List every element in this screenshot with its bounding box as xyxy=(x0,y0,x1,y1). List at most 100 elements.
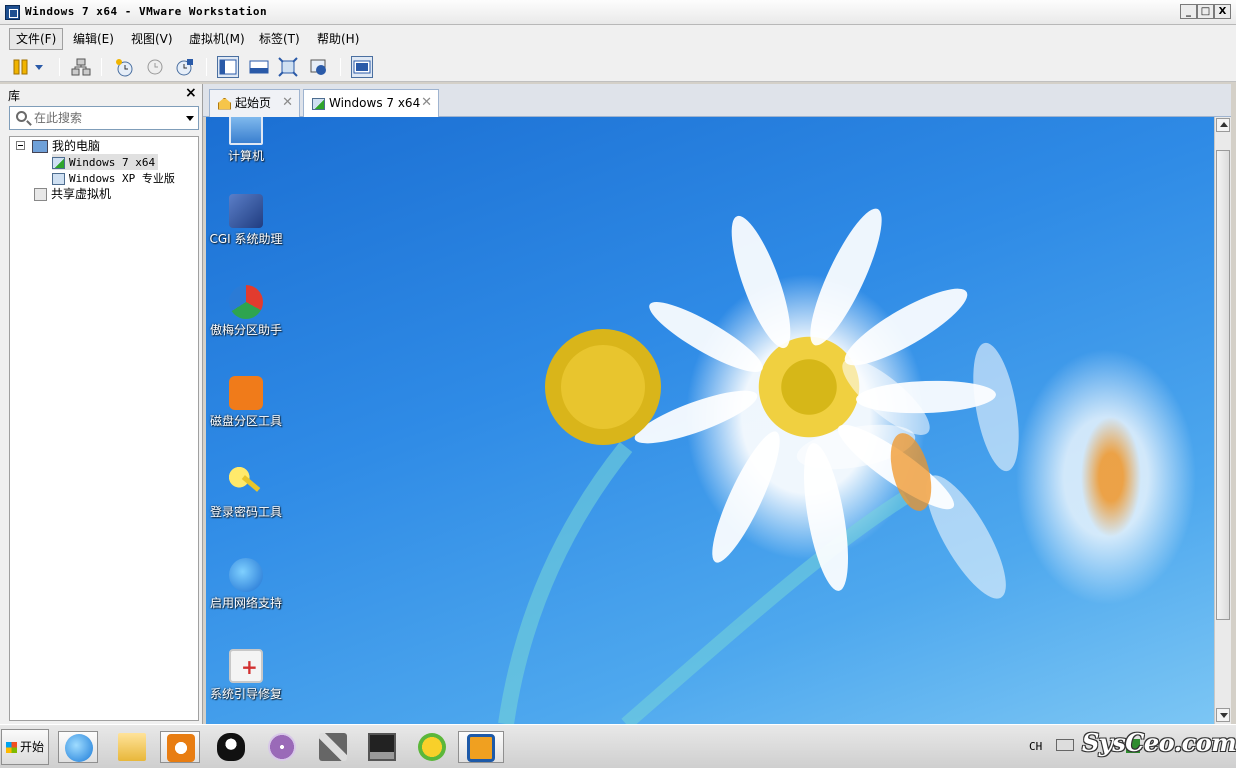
tree-expander[interactable] xyxy=(16,141,25,150)
disc-icon xyxy=(268,733,296,761)
toolbar xyxy=(0,53,1236,82)
vmware-window: Windows 7 x64 - VMware Workstation _ □ X… xyxy=(0,0,1236,768)
desktop-icon-disk-partition[interactable]: 磁盘分区工具 xyxy=(206,376,286,429)
folder-icon xyxy=(118,733,146,761)
desktop-icon-label: 傲梅分区助手 xyxy=(209,323,282,337)
keyboard-icon[interactable] xyxy=(1056,739,1074,751)
scroll-down-icon[interactable] xyxy=(1216,708,1230,722)
qq-icon xyxy=(217,733,245,761)
taskbar-explorer[interactable] xyxy=(112,731,152,763)
ie-icon xyxy=(65,734,93,762)
window-title: Windows 7 x64 - VMware Workstation xyxy=(25,5,268,18)
close-icon[interactable]: ✕ xyxy=(282,90,293,116)
vm-running-icon xyxy=(312,97,325,110)
menu-file[interactable]: 文件(F) xyxy=(9,28,64,50)
taskbar: 开始 CH SysCeo.com xyxy=(0,724,1236,768)
scroll-up-icon[interactable] xyxy=(1216,118,1230,132)
vm-running-icon xyxy=(52,156,65,169)
thumbnail-icon[interactable] xyxy=(351,56,373,78)
cgi-icon xyxy=(229,194,263,228)
input-language[interactable]: CH xyxy=(1029,740,1042,753)
start-label: 开始 xyxy=(20,740,45,754)
dropdown-arrow-icon[interactable] xyxy=(32,56,46,78)
ie-icon xyxy=(229,558,263,592)
tree-item-windowsxp[interactable]: Windows XP 专业版 xyxy=(52,170,175,186)
menu-edit[interactable]: 编辑(E) xyxy=(67,28,120,50)
snapshot-icon[interactable] xyxy=(113,56,135,78)
partition-assistant-icon xyxy=(229,285,263,319)
taskbar-monitor[interactable] xyxy=(362,731,402,763)
menu-tabs[interactable]: 标签(T) xyxy=(253,28,306,50)
media-player-icon xyxy=(167,734,195,762)
boot-repair-icon xyxy=(229,649,263,683)
close-button[interactable]: X xyxy=(1214,4,1231,19)
snapshot-manager-icon[interactable] xyxy=(173,56,195,78)
vmware-icon xyxy=(467,734,495,762)
vm-console[interactable]: 计算机 CGI 系统助理 傲梅分区助手 磁盘分区工具 登录密码工具 启用网络支持… xyxy=(206,117,1214,724)
library-search[interactable] xyxy=(9,106,199,130)
maximize-button[interactable]: □ xyxy=(1197,4,1214,19)
network-icon[interactable] xyxy=(70,56,92,78)
computer-icon xyxy=(229,117,263,145)
start-button[interactable]: 开始 xyxy=(1,729,49,765)
desktop-icon-cgi[interactable]: CGI 系统助理 xyxy=(206,194,286,247)
disk-partition-icon xyxy=(229,376,263,410)
library-sidebar: 库 × 我的电脑 Windows 7 x64 Windows XP 专业版 共享… xyxy=(0,84,203,724)
toolbar-separator xyxy=(59,58,60,76)
minimize-button[interactable]: _ xyxy=(1180,4,1197,19)
search-icon xyxy=(16,111,27,122)
tab-home[interactable]: 起始页 ✕ xyxy=(209,89,300,117)
desktop-icon-label: 磁盘分区工具 xyxy=(209,414,282,428)
menu-vm[interactable]: 虚拟机(M) xyxy=(183,28,251,50)
search-input[interactable] xyxy=(34,109,184,127)
tree-item-label: 我的电脑 xyxy=(52,139,101,153)
revert-snapshot-icon[interactable] xyxy=(144,56,166,78)
vertical-scrollbar[interactable] xyxy=(1214,117,1231,724)
taskbar-qq[interactable] xyxy=(211,731,251,763)
library-title: 库 xyxy=(8,89,21,103)
menu-help[interactable]: 帮助(H) xyxy=(311,28,365,50)
shared-vm-icon xyxy=(34,188,47,201)
desktop-icon-partition-assistant[interactable]: 傲梅分区助手 xyxy=(206,285,286,338)
unity-icon[interactable] xyxy=(308,56,330,78)
library-close-button[interactable]: × xyxy=(185,85,197,101)
taskbar-vmware[interactable] xyxy=(458,731,504,763)
pause-icon[interactable] xyxy=(10,56,32,78)
tree-item-my-computer[interactable]: 我的电脑 xyxy=(32,138,100,154)
quick-switch-icon[interactable] xyxy=(248,56,270,78)
desktop-icon-password-tool[interactable]: 登录密码工具 xyxy=(206,467,286,520)
tree-item-label: Windows 7 x64 xyxy=(69,156,156,169)
desktop-icon-label: 启用网络支持 xyxy=(209,596,282,610)
desktop-icon-computer[interactable]: 计算机 xyxy=(206,117,286,164)
chevron-down-icon[interactable] xyxy=(186,116,194,121)
tools-icon xyxy=(319,733,347,761)
taskbar-sync[interactable] xyxy=(412,731,452,763)
tab-strip: 起始页 ✕ Windows 7 x64 ✕ xyxy=(203,84,1231,117)
desktop-icon-label: 计算机 xyxy=(227,149,264,163)
toolbar-separator xyxy=(340,58,341,76)
tab-windows7[interactable]: Windows 7 x64 ✕ xyxy=(303,89,439,117)
taskbar-ie[interactable] xyxy=(58,731,98,763)
full-screen-icon[interactable] xyxy=(277,56,299,78)
desktop-icon-boot-repair[interactable]: 系统引导修复 xyxy=(206,649,286,702)
scroll-thumb[interactable] xyxy=(1216,150,1230,620)
tree-item-label: 共享虚拟机 xyxy=(51,187,112,201)
monitor-icon xyxy=(368,733,396,761)
watermark: SysCeo.com xyxy=(1082,728,1236,757)
taskbar-tools[interactable] xyxy=(313,731,353,763)
tree-item-windows7[interactable]: Windows 7 x64 xyxy=(52,154,159,170)
desktop-icon-label: 系统引导修复 xyxy=(209,687,282,701)
home-icon xyxy=(218,97,231,110)
taskbar-disc[interactable] xyxy=(262,731,302,763)
taskbar-media-player[interactable] xyxy=(160,731,200,763)
tab-label: Windows 7 x64 xyxy=(329,96,421,110)
windows-logo-icon xyxy=(6,742,17,753)
menu-view[interactable]: 视图(V) xyxy=(125,28,179,50)
desktop-icon-network-support[interactable]: 启用网络支持 xyxy=(206,558,286,611)
desktop-icon-label: CGI 系统助理 xyxy=(209,232,283,246)
tree-item-label: Windows XP 专业版 xyxy=(69,172,175,185)
tab-label: 起始页 xyxy=(235,96,272,110)
close-icon[interactable]: ✕ xyxy=(421,90,432,116)
tree-item-shared-vms[interactable]: 共享虚拟机 xyxy=(34,186,111,202)
console-view-icon[interactable] xyxy=(217,56,239,78)
